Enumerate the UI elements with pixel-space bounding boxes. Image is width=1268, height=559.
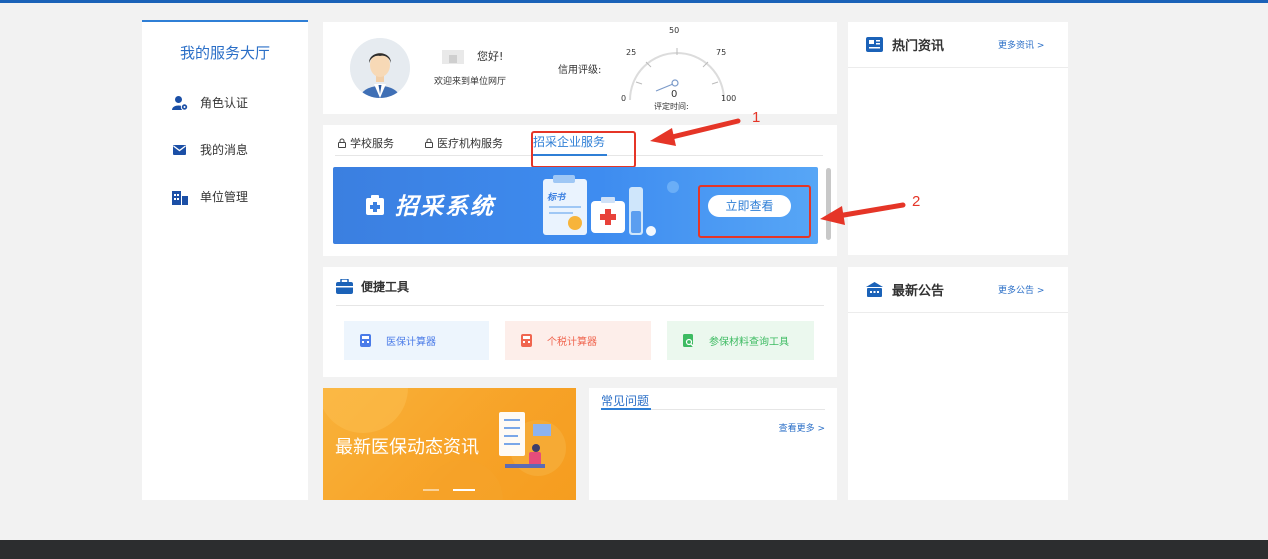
gauge-tick-label: 50 <box>669 26 680 35</box>
banner-title: 招采系统 <box>395 194 495 220</box>
tools-title: 便捷工具 <box>361 280 410 294</box>
calculator-icon <box>520 334 533 347</box>
service-tabs: 学校服务 医疗机构服务 招采企业服务 <box>335 131 823 168</box>
scrollbar[interactable] <box>826 168 831 240</box>
announcements-title: 最新公告 <box>892 284 945 299</box>
insurance-materials-query-tool[interactable]: 参保材料查询工具 <box>667 321 814 360</box>
avatar <box>350 38 410 98</box>
gauge-tick-label: 25 <box>626 48 637 57</box>
sidebar-item-label: 我的消息 <box>200 143 249 157</box>
sidebar-item-label: 角色认证 <box>200 96 249 110</box>
faq-title[interactable]: 常见问题 <box>601 392 649 409</box>
tab-label: 学校服务 <box>350 137 394 150</box>
document-search-icon <box>682 334 695 347</box>
announcement-building-icon <box>866 282 883 297</box>
username-placeholder <box>442 50 464 64</box>
user-role-icon <box>172 95 189 111</box>
profile-card: 您好! 欢迎来到单位网厅 信用评级: 0 25 50 75 100 0 评定时间… <box>323 22 837 114</box>
more-news-link[interactable]: 更多资讯 > <box>998 38 1044 51</box>
tool-label: 参保材料查询工具 <box>709 337 789 348</box>
footer <box>0 540 1268 559</box>
credit-rating-label: 信用评级: <box>558 65 602 76</box>
news-banner-text: 最新医保动态资讯 <box>335 437 479 458</box>
tools-header: 便捷工具 <box>336 278 824 306</box>
faq-card: 常见问题 查看更多 > <box>589 388 837 500</box>
gauge-tick-label: 0 <box>621 94 627 103</box>
highlight-box-tab <box>531 131 636 168</box>
tab-medical-institution-services[interactable]: 医疗机构服务 <box>424 135 503 151</box>
sidebar-item-role-auth[interactable]: 角色认证 <box>172 94 248 111</box>
newspaper-icon <box>866 37 883 52</box>
faq-title-underline <box>601 408 651 410</box>
greeting-text: 您好! <box>477 50 504 63</box>
gauge-tick-label: 75 <box>716 48 727 57</box>
tool-label: 医保计算器 <box>386 337 436 348</box>
hot-news-header: 热门资讯 更多资讯 > <box>848 22 1068 68</box>
announcements-card: 最新公告 更多公告 > <box>848 267 1068 500</box>
lock-icon <box>338 138 346 148</box>
faq-more-link[interactable]: 查看更多 > <box>779 421 825 434</box>
banner-illustration: 标书 <box>543 175 679 236</box>
mail-icon <box>172 142 188 158</box>
building-icon <box>172 189 188 205</box>
more-announcements-link[interactable]: 更多公告 > <box>998 283 1044 296</box>
medical-insurance-news-banner[interactable]: 最新医保动态资讯 <box>323 388 576 500</box>
income-tax-calculator[interactable]: 个税计算器 <box>505 321 651 360</box>
tab-school-services[interactable]: 学校服务 <box>337 135 394 151</box>
annotation-label-2: 2 <box>912 193 921 210</box>
announcements-header: 最新公告 更多公告 > <box>848 267 1068 313</box>
calculator-icon <box>359 334 372 347</box>
annotation-label-1: 1 <box>752 109 761 126</box>
tool-label: 个税计算器 <box>547 337 597 348</box>
gauge-value: 0 <box>671 89 678 100</box>
hot-news-card: 热门资讯 更多资讯 > <box>848 22 1068 255</box>
medical-box-icon <box>366 195 384 215</box>
lock-icon <box>425 138 433 148</box>
sidebar: 我的服务大厅 角色认证 我的消息 单位管理 <box>142 20 308 500</box>
hot-news-title: 热门资讯 <box>892 39 945 54</box>
gauge-tick-label: 100 <box>721 94 737 103</box>
sidebar-item-messages[interactable]: 我的消息 <box>172 141 248 158</box>
highlight-box-button <box>698 185 811 238</box>
tab-label: 医疗机构服务 <box>437 137 503 150</box>
gauge-eval-time-label: 评定时间: <box>654 102 689 111</box>
medical-insurance-calculator[interactable]: 医保计算器 <box>344 321 489 360</box>
quick-tools-card: 便捷工具 医保计算器 个税计算器 参保材料查询工具 <box>323 267 837 377</box>
sidebar-item-unit-management[interactable]: 单位管理 <box>172 188 248 205</box>
credit-gauge: 0 25 50 75 100 0 评定时间: <box>618 26 737 114</box>
service-card: 学校服务 医疗机构服务 招采企业服务 招采系统 标书 立即查看 <box>323 125 837 256</box>
document-label: 标书 <box>547 192 567 202</box>
top-accent-bar <box>0 0 1268 3</box>
sidebar-title: 我的服务大厅 <box>179 44 270 62</box>
sidebar-item-label: 单位管理 <box>200 190 249 204</box>
toolbox-icon <box>336 279 353 294</box>
welcome-text: 欢迎来到单位网厅 <box>434 77 507 87</box>
